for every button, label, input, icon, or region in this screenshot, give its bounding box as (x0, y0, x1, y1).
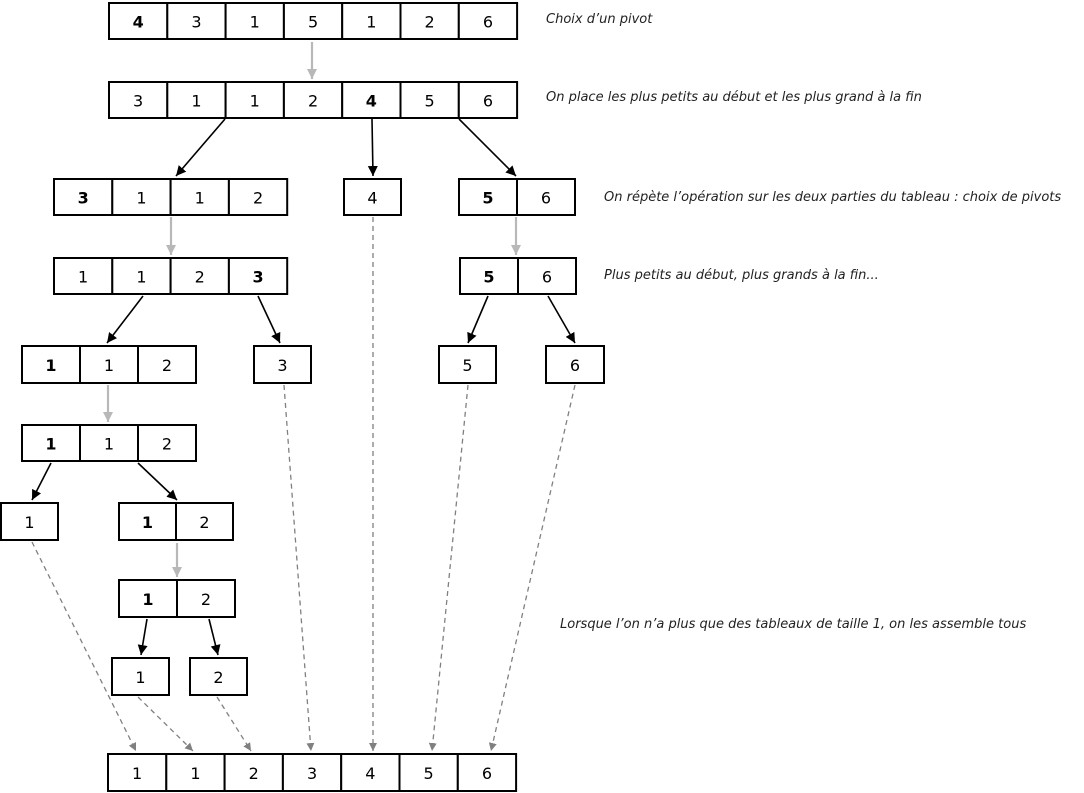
pivot-value: 3 (78, 189, 89, 208)
cell-value: 1 (136, 189, 146, 208)
split-arrow (31, 462, 52, 501)
caption-repeat: On répète l’opération sur les deux parti… (604, 190, 1062, 205)
cell-value: 2 (253, 189, 263, 208)
cell-value: 6 (570, 356, 580, 375)
array-a6: 1 1 2 (21, 424, 197, 462)
split-arrow (367, 118, 378, 177)
cell-value: 5 (425, 92, 435, 111)
split-arrow (547, 295, 576, 344)
caption-small-large: Plus petits au début, plus grands à la f… (604, 268, 879, 283)
cell-value: 1 (104, 435, 114, 454)
array-a5m: 3 (253, 345, 312, 384)
cell-value: 3 (133, 92, 143, 111)
pivot-value: 1 (142, 513, 153, 532)
cell-value: 2 (162, 435, 172, 454)
cell-value: 2 (195, 268, 205, 287)
cell-value: 6 (483, 92, 493, 111)
cell-value: 3 (191, 13, 201, 32)
cell-value: 6 (541, 189, 551, 208)
array-final: 1 1 2 3 4 5 6 (107, 753, 518, 792)
array-a5r1: 5 (438, 345, 497, 384)
caption-assemble: Lorsque l’on n’a plus que des tableaux d… (560, 617, 1027, 632)
cell-value: 2 (213, 668, 223, 687)
pivot-value: 1 (45, 356, 56, 375)
array-a9r: 2 (189, 657, 248, 696)
cell-value: 2 (162, 356, 172, 375)
merge-arrow (488, 384, 576, 752)
merge-arrow (216, 696, 252, 752)
cell-value: 4 (365, 764, 375, 783)
split-arrow (467, 295, 489, 344)
array-a4r: 56 (459, 257, 577, 295)
array-a9l: 1 (111, 657, 170, 696)
cell-value: 1 (195, 189, 205, 208)
merge-arrow (428, 384, 469, 752)
merge-arrow (31, 541, 137, 752)
cell-value: 1 (250, 13, 260, 32)
split-arrow (257, 295, 281, 344)
pivot-value: 1 (142, 590, 153, 609)
cell-value: 1 (132, 764, 142, 783)
split-arrow (458, 118, 517, 177)
cell-value: 1 (136, 268, 146, 287)
caption-partition: On place les plus petits au début et les… (546, 90, 922, 105)
pivot-value: 5 (482, 189, 493, 208)
merge-arrow (137, 696, 194, 752)
array-a7r: 12 (118, 502, 234, 541)
cell-value: 1 (190, 764, 200, 783)
cell-value: 4 (367, 189, 377, 208)
diagram-svg: 4 3 1 5 1 2 63 1 1 2 4 5 63 1 1 2 4 5 61 1 2 3 5 61 1 2 3 5 61 1 21 1 21… (0, 2, 605, 792)
cell-value: 2 (249, 764, 259, 783)
array-a3r: 56 (458, 178, 576, 216)
array-a1: 4 3 1 5 1 2 6 (108, 2, 519, 40)
array-a4l: 1 1 2 3 (53, 257, 289, 295)
cell-value: 1 (191, 92, 201, 111)
split-arrow (106, 295, 144, 344)
array-a3m: 4 (343, 178, 402, 216)
caption-pivot-choice: Choix d’un pivot (546, 12, 653, 27)
cell-value: 3 (277, 356, 287, 375)
cell-value: 1 (135, 668, 145, 687)
merge-arrow (283, 384, 315, 752)
cell-value: 1 (104, 356, 114, 375)
cell-value: 6 (542, 268, 552, 287)
arrows-layer (31, 42, 576, 752)
cell-value: 6 (482, 764, 492, 783)
split-arrow (137, 462, 178, 501)
cell-value: 5 (424, 764, 434, 783)
cell-value: 2 (308, 92, 318, 111)
array-a8: 12 (118, 579, 236, 618)
arrays-layer: 4 3 1 5 1 2 63 1 1 2 4 5 63 1 1 2 4 5 61 1 2 3 5 61 1 2 3 5 61 1 21 1 21… (0, 2, 605, 792)
pivot-value: 4 (366, 92, 377, 111)
pivot-value: 4 (133, 13, 144, 32)
array-a5r2: 6 (545, 345, 605, 384)
cell-value: 6 (483, 13, 493, 32)
cell-value: 2 (199, 513, 209, 532)
cell-value: 1 (24, 513, 34, 532)
array-a3l: 3 1 1 2 (53, 178, 289, 216)
cell-value: 2 (425, 13, 435, 32)
split-arrow (137, 618, 148, 656)
array-a7l: 1 (0, 502, 59, 541)
split-arrow (175, 118, 226, 177)
cell-value: 5 (462, 356, 472, 375)
array-a2: 3 1 1 2 4 5 6 (108, 81, 519, 119)
cell-value: 1 (250, 92, 260, 111)
pivot-value: 5 (483, 268, 494, 287)
pivot-value: 3 (252, 268, 263, 287)
cell-value: 5 (308, 13, 318, 32)
pivot-value: 1 (45, 435, 56, 454)
cell-value: 3 (307, 764, 317, 783)
split-arrow (208, 618, 221, 656)
cell-value: 1 (366, 13, 376, 32)
cell-value: 2 (201, 590, 211, 609)
quicksort-diagram: 4315126311245631124561123561123561121121… (0, 0, 1084, 793)
cell-value: 1 (78, 268, 88, 287)
array-a5l: 1 1 2 (21, 345, 197, 384)
